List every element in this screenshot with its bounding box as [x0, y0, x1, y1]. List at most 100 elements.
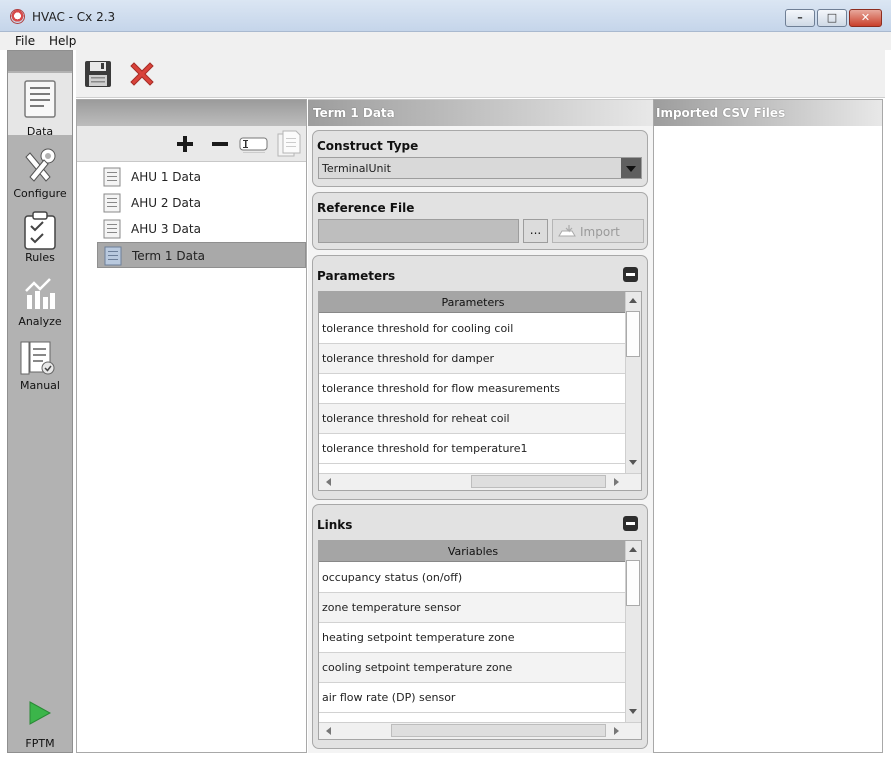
table-row[interactable]: heating setpoint temperature zone	[319, 623, 627, 653]
collapse-icon[interactable]	[623, 516, 638, 531]
save-button[interactable]	[82, 58, 114, 90]
sidebar-item-manual[interactable]: Manual	[8, 333, 72, 395]
links-vertical-scrollbar[interactable]	[625, 541, 641, 723]
title-bar: HVAC - Cx 2.3 – □ ✕	[0, 0, 891, 32]
tree-item-label: AHU 1 Data	[131, 170, 201, 184]
sidebar-item-analyze[interactable]: Analyze	[8, 269, 72, 331]
table-row[interactable]: tolerance threshold for flow measurement…	[319, 374, 627, 404]
variables-column-header[interactable]: Variables	[319, 541, 627, 562]
table-row[interactable]: tolerance threshold for damper	[319, 344, 627, 374]
copy-icon[interactable]	[277, 130, 301, 158]
sidebar-item-rules[interactable]: Rules	[8, 205, 72, 267]
chevron-down-icon	[621, 158, 641, 178]
term-data-panel: Term 1 Data Construct Type TerminalUnit …	[308, 99, 653, 753]
add-icon[interactable]	[175, 134, 195, 154]
scroll-thumb[interactable]	[391, 724, 606, 737]
tree-list: AHU 1 Data AHU 2 Data AHU 3 Data Term 1 …	[97, 164, 306, 268]
scroll-right-icon[interactable]	[614, 727, 619, 735]
tree-item-label: AHU 3 Data	[131, 222, 201, 236]
sidebar: Data Configure Rules Analyze Manual FPTM	[7, 50, 73, 753]
scroll-down-icon[interactable]	[629, 460, 637, 465]
red-x-icon	[130, 62, 154, 86]
table-row[interactable]: zone temperature sensor	[319, 593, 627, 623]
construct-type-select[interactable]: TerminalUnit	[318, 157, 642, 179]
construct-type-group: Construct Type TerminalUnit	[312, 130, 648, 187]
data-tree-panel: AHU 1 Data AHU 2 Data AHU 3 Data Term 1 …	[76, 99, 307, 753]
fptm-label: FPTM	[25, 737, 55, 750]
parameters-title: Parameters	[317, 269, 396, 283]
construct-type-title: Construct Type	[317, 139, 419, 153]
links-title: Links	[317, 518, 353, 532]
tree-item-term-1-data[interactable]: Term 1 Data	[97, 242, 306, 268]
tree-item-ahu-1-data[interactable]: AHU 1 Data	[97, 164, 306, 190]
cancel-button[interactable]	[126, 58, 158, 90]
close-icon: ✕	[860, 11, 871, 24]
clipboard-check-icon	[24, 211, 56, 250]
minimize-button[interactable]: –	[785, 9, 815, 27]
links-table: Variables occupancy status (on/off) zone…	[318, 540, 642, 740]
scroll-up-icon[interactable]	[629, 298, 637, 303]
table-row[interactable]: tolerance threshold for cooling coil	[319, 314, 627, 344]
scroll-thumb[interactable]	[626, 311, 640, 357]
scroll-down-icon[interactable]	[629, 709, 637, 714]
floppy-disk-icon	[85, 61, 111, 87]
tree-item-ahu-3-data[interactable]: AHU 3 Data	[97, 216, 306, 242]
tree-item-label: AHU 2 Data	[131, 196, 201, 210]
reference-file-input[interactable]	[318, 219, 519, 243]
scroll-thumb[interactable]	[626, 560, 640, 606]
table-row[interactable]: cooling setpoint temperature zone	[319, 653, 627, 683]
tree-toolbar	[77, 126, 306, 162]
tree-item-ahu-2-data[interactable]: AHU 2 Data	[97, 190, 306, 216]
term-data-header: Term 1 Data	[308, 100, 653, 126]
tree-panel-header	[77, 100, 306, 126]
construct-type-value: TerminalUnit	[322, 162, 391, 175]
chart-icon	[25, 278, 55, 309]
scroll-left-icon[interactable]	[326, 478, 331, 486]
menu-bar: File Help	[0, 32, 891, 50]
sidebar-item-data[interactable]: Data	[8, 73, 72, 138]
scroll-up-icon[interactable]	[629, 547, 637, 552]
parameters-horizontal-scrollbar[interactable]	[319, 473, 641, 490]
sidebar-item-label: Configure	[13, 187, 67, 200]
toolbar	[76, 50, 885, 98]
menu-file[interactable]: File	[15, 34, 35, 48]
minimize-icon: –	[797, 11, 803, 24]
scroll-left-icon[interactable]	[326, 727, 331, 735]
parameters-vertical-scrollbar[interactable]	[625, 292, 641, 474]
rename-icon[interactable]	[239, 135, 269, 155]
links-group: Links Variables occupancy status (on/off…	[312, 504, 648, 749]
app-icon	[10, 9, 25, 24]
sidebar-item-configure[interactable]: Configure	[8, 141, 72, 203]
table-row[interactable]: air flow rate (DP) sensor	[319, 683, 627, 713]
browse-button[interactable]: ...	[523, 219, 548, 243]
import-icon	[558, 225, 576, 237]
sidebar-item-label: Data	[26, 125, 54, 138]
document-icon	[104, 246, 122, 266]
remove-icon[interactable]	[210, 134, 230, 154]
parameters-column-header[interactable]: Parameters	[319, 292, 627, 313]
parameters-group: Parameters Parameters tolerance threshol…	[312, 255, 648, 500]
links-horizontal-scrollbar[interactable]	[319, 722, 641, 739]
parameters-table: Parameters tolerance threshold for cooli…	[318, 291, 642, 491]
maximize-icon: □	[826, 11, 838, 24]
table-row[interactable]: occupancy status (on/off)	[319, 563, 627, 593]
reference-file-group: Reference File ... Import	[312, 192, 648, 250]
scroll-thumb[interactable]	[471, 475, 606, 488]
data-icon	[24, 80, 56, 118]
sidebar-item-label: Analyze	[18, 315, 62, 328]
collapse-icon[interactable]	[623, 267, 638, 282]
sidebar-item-label: Manual	[20, 379, 60, 392]
menu-help[interactable]: Help	[49, 34, 76, 48]
import-button[interactable]: Import	[552, 219, 644, 243]
panel-title: Imported CSV Files	[656, 106, 786, 120]
table-row[interactable]: tolerance threshold for temperature1	[319, 434, 627, 464]
tools-icon	[25, 148, 56, 182]
fptm-button[interactable]: FPTM	[8, 691, 72, 751]
maximize-button[interactable]: □	[817, 9, 847, 27]
close-button[interactable]: ✕	[849, 9, 882, 27]
import-label: Import	[580, 225, 620, 239]
tree-item-label: Term 1 Data	[132, 249, 206, 263]
panel-title: Term 1 Data	[313, 106, 395, 120]
scroll-right-icon[interactable]	[614, 478, 619, 486]
table-row[interactable]: tolerance threshold for reheat coil	[319, 404, 627, 434]
